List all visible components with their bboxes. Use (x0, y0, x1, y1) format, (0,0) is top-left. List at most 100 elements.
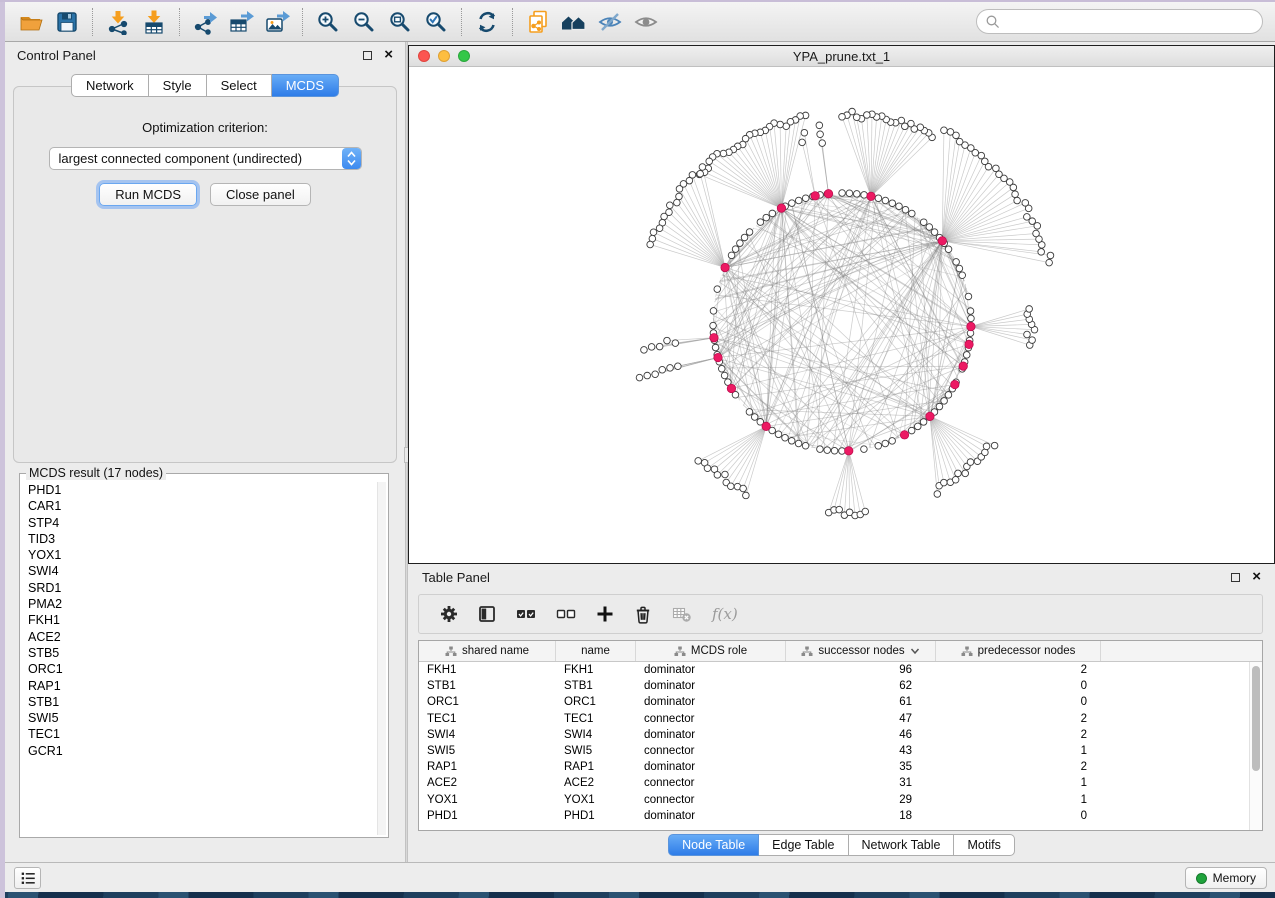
network-node[interactable] (722, 471, 729, 478)
network-node[interactable] (945, 392, 952, 399)
network-node[interactable] (737, 240, 744, 247)
network-node[interactable] (817, 446, 824, 453)
network-node[interactable] (1038, 249, 1045, 256)
network-node[interactable] (889, 438, 896, 445)
network-node[interactable] (952, 476, 959, 483)
criterion-dropdown[interactable]: largest connected component (undirected) (49, 147, 362, 170)
network-node[interactable] (956, 265, 963, 272)
network-node[interactable] (902, 206, 909, 213)
network-node[interactable] (831, 447, 838, 454)
network-node[interactable] (953, 259, 960, 266)
network-node[interactable] (908, 427, 915, 434)
network-node[interactable] (799, 139, 806, 146)
network-node[interactable] (712, 344, 719, 351)
select-all-button[interactable] (515, 604, 537, 624)
zoom-in-button[interactable] (310, 6, 346, 38)
tab-node-table[interactable]: Node Table (668, 834, 759, 856)
delete-columns-button[interactable] (633, 604, 653, 624)
network-node[interactable] (775, 431, 782, 438)
network-node[interactable] (795, 440, 802, 447)
network-node[interactable] (967, 308, 974, 315)
network-node[interactable] (802, 195, 809, 202)
network-node[interactable] (920, 419, 927, 426)
network-node[interactable] (710, 322, 717, 329)
search-box[interactable] (976, 9, 1263, 34)
network-node[interactable] (727, 483, 734, 490)
network-node[interactable] (743, 492, 750, 499)
table-row[interactable]: ORC1ORC1dominator610 (419, 694, 1262, 710)
dominator-node[interactable] (714, 353, 722, 361)
network-node[interactable] (983, 443, 990, 450)
open-session-button[interactable] (13, 6, 49, 38)
tab-select[interactable]: Select (207, 74, 272, 97)
dominator-node[interactable] (762, 422, 770, 430)
mcds-result-item[interactable]: PMA2 (22, 596, 376, 612)
network-node[interactable] (1026, 306, 1033, 313)
import-network-button[interactable] (100, 6, 136, 38)
create-column-button[interactable] (595, 604, 615, 624)
network-node[interactable] (721, 372, 728, 379)
network-node[interactable] (882, 197, 889, 204)
network-node[interactable] (675, 363, 682, 370)
mcds-result-item[interactable]: STP4 (22, 515, 376, 531)
network-node[interactable] (839, 114, 846, 121)
zoom-selected-button[interactable] (418, 6, 454, 38)
dominator-node[interactable] (867, 192, 875, 200)
network-node[interactable] (667, 202, 674, 209)
network-node[interactable] (836, 506, 843, 513)
network-node[interactable] (763, 214, 770, 221)
network-node[interactable] (667, 365, 674, 372)
export-network-button[interactable] (187, 6, 223, 38)
mcds-result-item[interactable]: STB1 (22, 694, 376, 710)
network-node[interactable] (861, 446, 868, 453)
save-session-button[interactable] (49, 6, 85, 38)
mcds-result-item[interactable]: SWI5 (22, 710, 376, 726)
first-neighbors-button[interactable] (556, 6, 592, 38)
network-node[interactable] (914, 423, 921, 430)
table-scrollbar[interactable] (1249, 662, 1262, 830)
network-node[interactable] (824, 447, 831, 454)
table-row[interactable]: STB1STB1dominator620 (419, 678, 1262, 694)
network-node[interactable] (676, 193, 683, 200)
network-node[interactable] (936, 403, 943, 410)
dominator-node[interactable] (727, 384, 735, 392)
network-node[interactable] (908, 120, 915, 127)
table-row[interactable]: PHD1PHD1dominator180 (419, 808, 1262, 824)
network-node[interactable] (882, 440, 889, 447)
network-node[interactable] (1024, 214, 1031, 221)
mcds-result-item[interactable]: STB5 (22, 645, 376, 661)
network-node[interactable] (636, 374, 643, 381)
network-node[interactable] (647, 241, 654, 248)
dominator-node[interactable] (845, 447, 853, 455)
network-node[interactable] (909, 210, 916, 217)
network-node[interactable] (699, 164, 706, 171)
table-row[interactable]: ACE2ACE2connector311 (419, 775, 1262, 791)
float-panel-icon[interactable] (1231, 573, 1240, 582)
network-node[interactable] (861, 192, 868, 199)
network-node[interactable] (962, 470, 969, 477)
mcds-result-item[interactable]: TEC1 (22, 726, 376, 742)
network-node[interactable] (819, 140, 826, 147)
network-node[interactable] (991, 442, 998, 449)
network-node[interactable] (641, 347, 648, 354)
network-node[interactable] (746, 229, 753, 236)
network-node[interactable] (1014, 197, 1021, 204)
table-row[interactable]: SWI4SWI4dominator462 (419, 727, 1262, 743)
network-node[interactable] (931, 229, 938, 236)
network-node[interactable] (1047, 252, 1054, 259)
network-node[interactable] (1024, 331, 1031, 338)
dominator-node[interactable] (900, 431, 908, 439)
network-node[interactable] (656, 343, 663, 350)
delete-table-button[interactable] (671, 604, 693, 624)
table-options-button[interactable] (439, 604, 459, 624)
tab-network[interactable]: Network (71, 74, 149, 97)
column-header-MCDS-role[interactable]: MCDS role (636, 641, 786, 661)
network-node[interactable] (714, 286, 721, 293)
network-node[interactable] (941, 127, 948, 134)
network-node[interactable] (674, 199, 681, 206)
mcds-result-item[interactable]: SWI4 (22, 563, 376, 579)
network-node[interactable] (1012, 191, 1019, 198)
network-node[interactable] (695, 458, 702, 465)
network-node[interactable] (644, 372, 651, 379)
close-panel-icon[interactable]: × (1252, 572, 1261, 582)
